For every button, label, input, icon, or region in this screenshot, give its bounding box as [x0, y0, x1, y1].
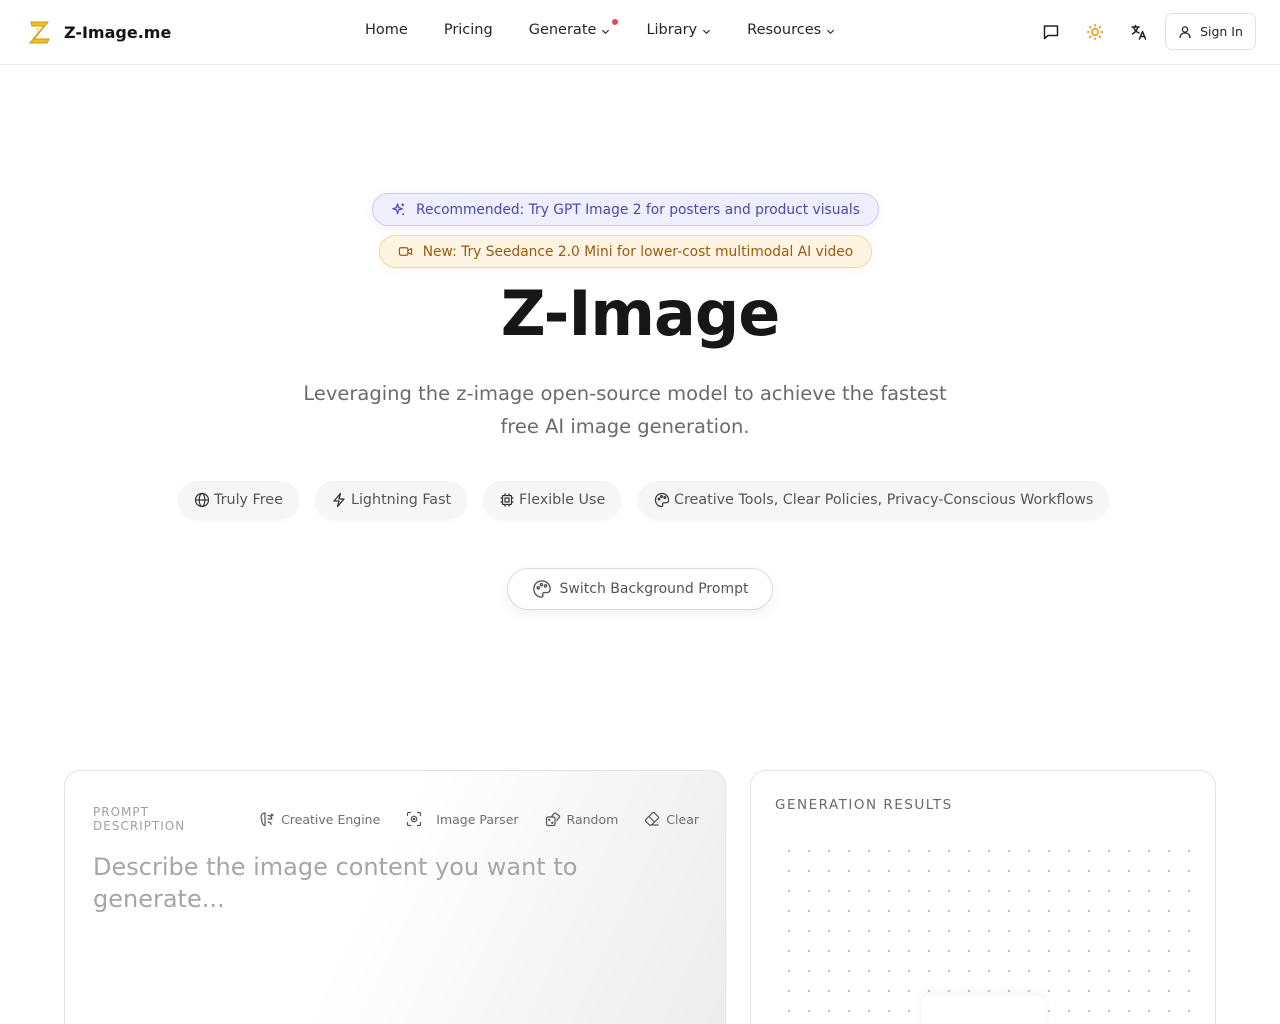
chat-icon	[1043, 25, 1059, 40]
creative-engine-label: Creative Engine	[281, 811, 381, 827]
page-subtitle: Leveraging the z-image open-source model…	[303, 382, 947, 438]
random-prompt-label: Random	[566, 811, 619, 827]
feature-label-fast: Lightning Fast	[351, 492, 452, 508]
palette-icon	[654, 492, 670, 508]
nav-library[interactable]: Library	[646, 22, 711, 38]
image-parser-button[interactable]: Image Parser	[406, 811, 519, 827]
top-navbar: Z-Image.me Home Pricing Generate Library…	[0, 0, 1280, 65]
sun-icon	[1086, 23, 1104, 41]
nav-generate[interactable]: Generate	[528, 19, 619, 38]
clear-prompt-button[interactable]: Clear	[644, 811, 699, 827]
results-empty-state-card	[921, 995, 1045, 1024]
prompt-toolbar: PROMPT DESCRIPTION Creative Engine Image…	[93, 805, 725, 833]
new-feature-banner[interactable]: New: Try Seedance 2.0 Mini for lower-cos…	[379, 235, 872, 268]
feature-badge-creative: Creative Tools, Clear Policies, Privacy-…	[638, 481, 1110, 519]
feature-label-free: Truly Free	[214, 492, 283, 508]
recommended-banner-text: Recommended: Try GPT Image 2 for posters…	[416, 201, 860, 218]
main-nav: Home Pricing Generate Library Resources	[365, 19, 835, 38]
lightning-icon	[333, 492, 345, 508]
brand-name: Z-Image.me	[64, 22, 172, 42]
nav-resources-label: Resources	[747, 22, 822, 38]
new-badge-dot	[612, 19, 619, 25]
scan-image-icon	[407, 811, 422, 827]
logo-icon	[28, 21, 50, 44]
new-feature-banner-text: New: Try Seedance 2.0 Mini for lower-cos…	[422, 243, 854, 260]
prompt-panel: PROMPT DESCRIPTION Creative Engine Image…	[64, 770, 726, 1024]
user-icon	[1179, 25, 1191, 38]
feature-badge-flexible: Flexible Use	[483, 481, 622, 519]
feature-badge-free: Truly Free	[178, 481, 299, 519]
sign-in-label: Sign In	[1200, 24, 1243, 39]
nav-generate-label: Generate	[528, 22, 597, 38]
generation-results-panel: GENERATION RESULTS	[750, 770, 1216, 1024]
nav-pricing-label: Pricing	[443, 22, 493, 38]
brand-logo-link[interactable]: Z-Image.me	[28, 19, 171, 45]
feedback-button[interactable]	[1040, 21, 1062, 43]
theme-toggle-button[interactable]	[1084, 21, 1106, 43]
switch-background-prompt-label: Switch Background Prompt	[559, 581, 749, 597]
generation-results-title: GENERATION RESULTS	[775, 797, 953, 813]
feature-label-creative: Creative Tools, Clear Policies, Privacy-…	[674, 492, 1094, 508]
sparkles-icon	[392, 203, 405, 216]
chevron-down-icon	[703, 29, 711, 35]
nav-home-label: Home	[365, 22, 408, 38]
image-parser-label: Image Parser	[436, 811, 519, 827]
dice-icon	[545, 812, 560, 827]
prompt-section-label: PROMPT DESCRIPTION	[93, 805, 186, 833]
switch-background-prompt-button[interactable]: Switch Background Prompt	[507, 568, 773, 610]
creative-engine-button[interactable]: Creative Engine	[259, 811, 380, 827]
chevron-down-icon	[827, 29, 835, 35]
palette-icon	[532, 580, 551, 598]
translate-icon	[1131, 24, 1147, 40]
eraser-icon	[645, 811, 660, 826]
clear-prompt-label: Clear	[666, 811, 699, 827]
globe-icon	[194, 492, 210, 508]
feature-label-flexible: Flexible Use	[519, 492, 606, 508]
nav-resources[interactable]: Resources	[747, 22, 835, 38]
page-title: Z-Image	[500, 277, 781, 350]
nav-home[interactable]: Home	[365, 22, 408, 38]
brain-icon	[260, 812, 274, 827]
random-prompt-button[interactable]: Random	[545, 811, 619, 827]
feature-badge-fast: Lightning Fast	[315, 481, 468, 519]
language-switch-button[interactable]	[1128, 21, 1150, 43]
video-camera-icon	[398, 247, 412, 256]
chip-icon	[500, 493, 514, 507]
chevron-down-icon	[602, 29, 610, 35]
nav-pricing[interactable]: Pricing	[444, 22, 493, 38]
recommended-banner[interactable]: Recommended: Try GPT Image 2 for posters…	[372, 193, 879, 226]
nav-library-label: Library	[646, 22, 698, 38]
prompt-textarea[interactable]	[93, 851, 693, 1001]
sign-in-button[interactable]: Sign In	[1165, 13, 1256, 50]
